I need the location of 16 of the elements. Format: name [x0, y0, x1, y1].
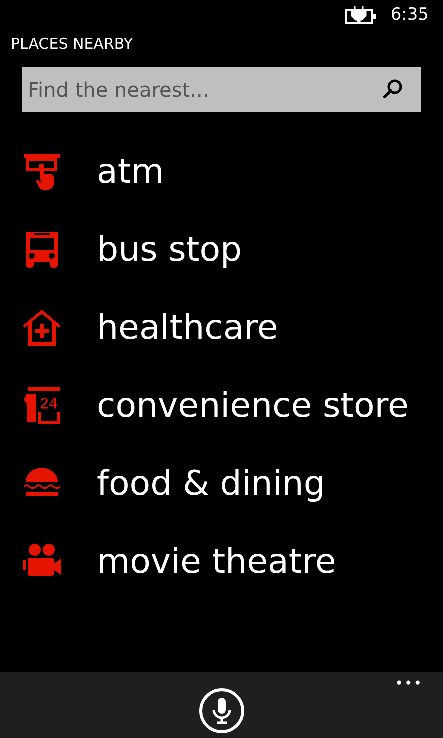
place-item[interactable]: convenience store [97, 386, 409, 426]
place-item[interactable]: healthcare [97, 308, 278, 348]
atm-icon [22, 152, 62, 192]
microphone-button[interactable] [198, 688, 244, 734]
more-options-button[interactable]: ••• [395, 676, 423, 692]
icon-number: 24 [40, 396, 58, 413]
search-icon[interactable] [383, 79, 403, 99]
house-with-cross-icon [22, 308, 62, 348]
place-item[interactable]: atm [97, 152, 164, 192]
place-item[interactable]: food & dining [97, 464, 326, 504]
search-field[interactable]: Find the nearest... [22, 67, 421, 112]
place-item[interactable]: movie theatre [97, 542, 336, 582]
place-item[interactable]: bus stop [97, 230, 242, 270]
page-title: PLACES NEARBY [10, 34, 134, 55]
clock-time: 6:35 [390, 5, 429, 25]
battery-charging-icon [344, 6, 377, 24]
